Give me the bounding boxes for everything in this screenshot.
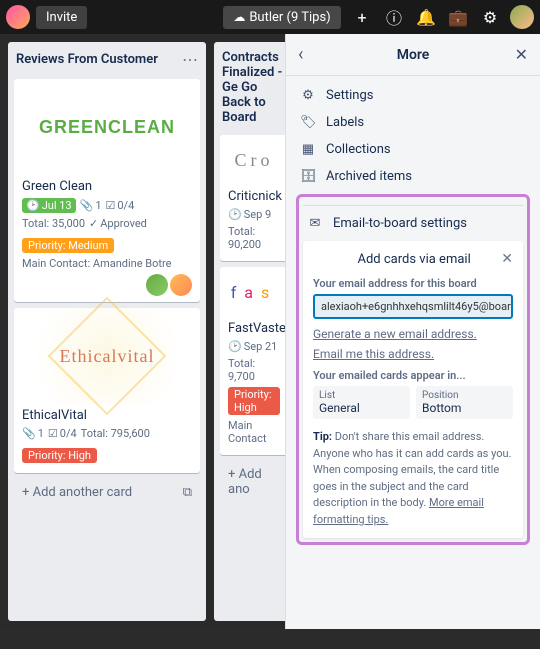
template-icon[interactable]: ⧉: [183, 485, 192, 500]
tag-icon: 🏷: [300, 115, 316, 130]
card-title: Criticnick: [228, 189, 280, 204]
email-address-input[interactable]: alexiaoh+e6gnhhxehqsmlilt46y5@boar: [313, 294, 513, 319]
add-card-button[interactable]: Add another card ⧉: [14, 479, 200, 506]
close-icon[interactable]: ✕: [501, 251, 513, 267]
member-avatar[interactable]: [170, 274, 192, 296]
grid-icon: ▦: [300, 142, 316, 157]
priority-label: Priority: Medium: [22, 238, 114, 253]
tip-text: Tip: Don't share this email address. Any…: [313, 429, 513, 528]
card-cover: fas: [220, 267, 288, 317]
approved-badge: ✓ Approved: [89, 217, 147, 230]
menu-archived[interactable]: 🗄Archived items: [296, 163, 530, 190]
plus-icon[interactable]: +: [350, 5, 374, 29]
briefcase-icon[interactable]: 💼: [446, 5, 470, 29]
checklist-badge: ☑ 0/4: [48, 427, 77, 440]
member-avatar[interactable]: [146, 274, 168, 296]
close-icon[interactable]: ✕: [508, 45, 528, 64]
list-contracts: Contracts Finalized - Ge Go Back to Boar…: [214, 42, 294, 621]
checklist-badge: ☑ 0/4: [106, 199, 135, 212]
total-text: Total: 9,700: [228, 357, 280, 383]
highlight-box: ✉Email-to-board settings Add cards via e…: [296, 194, 530, 545]
priority-label: Priority: High: [228, 387, 280, 415]
generate-link[interactable]: Generate a new email address.: [313, 327, 513, 341]
contact-text: Main Contact: [228, 419, 280, 445]
card-cover: Ethicalvital: [14, 308, 200, 404]
due-badge: 🕑 Jul 13: [22, 198, 76, 213]
card-ethicalvital[interactable]: Ethicalvital EthicalVital 📎 1 ☑ 0/4 Tota…: [14, 308, 200, 473]
total-text: Total: 795,600: [81, 427, 150, 440]
gear-icon[interactable]: ⚙: [478, 5, 502, 29]
user-avatar[interactable]: [510, 5, 534, 29]
appear-label: Your emailed cards appear in...: [313, 369, 513, 382]
priority-label: Priority: High: [22, 448, 97, 463]
due-badge: 🕑 Sep 9: [228, 208, 271, 221]
add-card-button[interactable]: Add ano: [220, 461, 288, 503]
menu-settings[interactable]: ⚙Settings: [296, 82, 530, 109]
mail-icon: ✉: [307, 216, 323, 231]
archive-icon: 🗄: [300, 169, 316, 184]
attachment-badge: 📎 1: [22, 427, 44, 440]
list-title: Reviews From Customer: [16, 52, 158, 67]
gear-icon: ⚙: [300, 88, 316, 103]
email-panel-title: Add cards via email: [327, 252, 501, 267]
bell-icon[interactable]: 🔔: [414, 5, 438, 29]
due-badge: 🕑 Sep 21: [228, 340, 277, 353]
card-cover: Cro: [220, 135, 288, 185]
card-fastvaste[interactable]: fas FastVaste 🕑 Sep 21 Total: 9,700 Prio…: [220, 267, 288, 455]
panel-title: More: [318, 47, 508, 63]
menu-collections[interactable]: ▦Collections: [296, 136, 530, 163]
list-menu-icon[interactable]: ⋯: [182, 50, 198, 69]
card-title: FastVaste: [228, 321, 280, 336]
menu-labels[interactable]: 🏷Labels: [296, 109, 530, 136]
attachment-badge: 📎 1: [80, 199, 102, 212]
email-panel: Add cards via email ✕ Your email address…: [303, 241, 523, 538]
card-criticnick[interactable]: Cro Criticnick 🕑 Sep 9 Total: 90,200: [220, 135, 288, 261]
email-me-link[interactable]: Email me this address.: [313, 347, 513, 361]
card-cover: GREENCLEAN: [14, 79, 200, 175]
back-icon[interactable]: ‹: [298, 44, 318, 65]
card-green-clean[interactable]: GREENCLEAN Green Clean 🕑 Jul 13 📎 1 ☑ 0/…: [14, 79, 200, 302]
position-select[interactable]: Position Bottom: [416, 386, 513, 419]
card-title: Green Clean: [22, 179, 192, 194]
total-text: Total: 35,000: [22, 217, 85, 230]
list-reviews: Reviews From Customer ⋯ GREENCLEAN Green…: [8, 42, 206, 621]
contact-text: Main Contact: Amandine Botre: [22, 257, 192, 270]
list-title: Contracts Finalized - Ge Go Back to Boar…: [222, 50, 286, 125]
butler-button[interactable]: Butler (9 Tips): [223, 6, 340, 29]
address-label: Your email address for this board: [313, 277, 513, 290]
list-select[interactable]: List General: [313, 386, 410, 419]
menu-email-to-board[interactable]: ✉Email-to-board settings: [303, 210, 523, 237]
info-icon[interactable]: ⓘ: [382, 5, 406, 29]
avatar[interactable]: [6, 5, 30, 29]
invite-button[interactable]: Invite: [36, 6, 87, 29]
total-text: Total: 90,200: [228, 225, 280, 251]
more-panel: ‹ More ✕ ⚙Settings 🏷Labels ▦Collections …: [285, 34, 540, 629]
